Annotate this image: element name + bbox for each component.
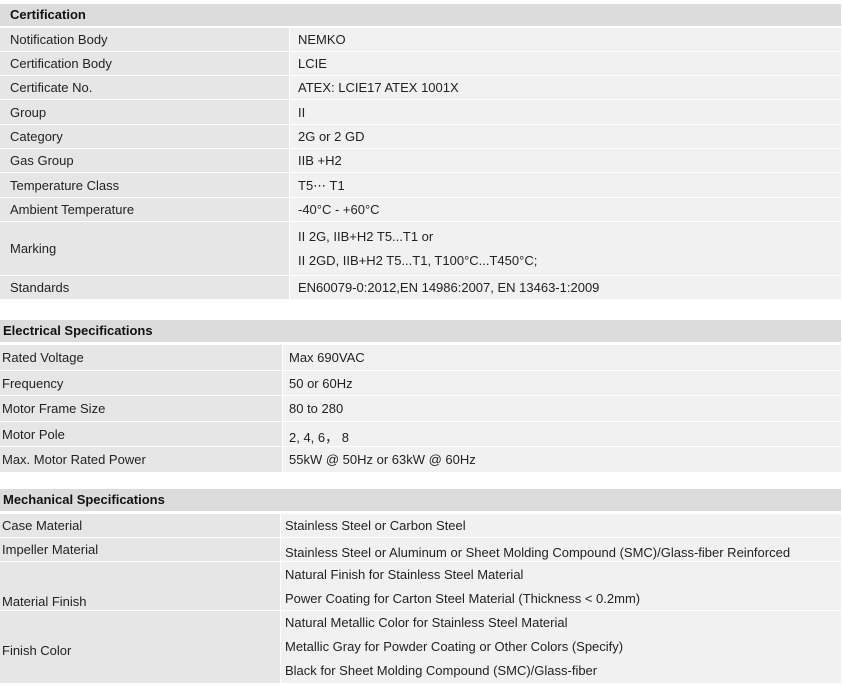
row-value: 55kW @ 50Hz or 63kW @ 60Hz — [289, 452, 476, 467]
row-value: 2, 4, 6， 8 — [289, 430, 349, 445]
row-label: Rated Voltage — [2, 350, 84, 365]
row-label: Motor Frame Size — [2, 401, 106, 416]
row-value: IIB +H2 — [298, 153, 342, 168]
row-value-cell — [290, 100, 841, 124]
mechanical-row-impeller-material: Impeller Material Stainless Steel or Alum… — [0, 538, 841, 561]
row-value-cell — [283, 422, 841, 446]
row-value: Stainless Steel or Aluminum or Sheet Mol… — [285, 545, 791, 560]
electrical-row-rated-voltage: Rated Voltage Max 690VAC — [0, 345, 841, 370]
electrical-row-motor-pole: Motor Pole 2, 4, 6， 8 — [0, 422, 841, 446]
row-value: II — [298, 105, 306, 120]
row-value: 2G or 2 GD — [298, 129, 365, 144]
row-label: Category — [10, 129, 63, 144]
row-label: Certificate No. — [10, 80, 93, 95]
certification-row-group: Group II — [0, 100, 841, 124]
row-value: -40°C - +60°C — [298, 202, 380, 217]
row-value: 80 to 280 — [289, 401, 344, 416]
row-value-cell — [283, 371, 841, 395]
row-value: II 2GD, IIB+H2 T5...T1, T100°C...T450°C; — [298, 253, 538, 268]
certification-row-gas-group: Gas Group IIB +H2 — [0, 149, 841, 172]
row-value: Black for Sheet Molding Compound (SMC)/G… — [285, 663, 598, 678]
row-label: Max. Motor Rated Power — [2, 452, 146, 467]
row-label: Finish Color — [2, 643, 72, 658]
row-label: Standards — [10, 280, 70, 295]
certification-row-standards: Standards EN60079-0:2012,EN 14986:2007, E… — [0, 276, 841, 299]
row-label: Certification Body — [10, 56, 112, 71]
row-value: Natural Metallic Color for Stainless Ste… — [285, 615, 568, 630]
row-value: ATEX: LCIE17 ATEX 1001X — [298, 80, 459, 95]
mechanical-section-header: Mechanical Specifications — [0, 489, 841, 511]
row-value-cell — [290, 173, 841, 197]
mechanical-row-finish-color: Finish Color Natural Metallic Color for S… — [0, 611, 841, 683]
row-label: Notification Body — [10, 32, 108, 47]
row-value-cell — [290, 28, 841, 51]
row-label: Temperature Class — [10, 178, 120, 193]
electrical-section-header: Electrical Specifications — [0, 320, 841, 342]
row-label: Motor Pole — [2, 427, 65, 442]
row-value: T5⋯ T1 — [298, 178, 345, 193]
certification-section-title: Certification — [10, 7, 86, 22]
certification-row-category: Category 2G or 2 GD — [0, 125, 841, 148]
certification-row-ambient-temperature: Ambient Temperature -40°C - +60°C — [0, 198, 841, 221]
certification-section-header: Certification — [0, 4, 841, 26]
certification-row-certificate-no: Certificate No. ATEX: LCIE17 ATEX 1001X — [0, 76, 841, 99]
electrical-section-title: Electrical Specifications — [3, 323, 153, 338]
mechanical-section-title: Mechanical Specifications — [3, 492, 165, 507]
certification-row-temperature-class: Temperature Class T5⋯ T1 — [0, 173, 841, 197]
row-value-cell — [290, 149, 841, 172]
row-value: EN60079-0:2012,EN 14986:2007, EN 13463-1… — [298, 280, 600, 295]
row-label: Ambient Temperature — [10, 202, 135, 217]
row-label: Frequency — [2, 376, 64, 391]
certification-row-certification-body: Certification Body LCIE — [0, 52, 841, 75]
row-value-cell — [283, 396, 841, 421]
row-label: Material Finish — [2, 594, 87, 609]
row-value-cell — [290, 125, 841, 148]
electrical-row-frequency: Frequency 50 or 60Hz — [0, 371, 841, 395]
electrical-row-max-motor-rated-power: Max. Motor Rated Power 55kW @ 50Hz or 63k… — [0, 447, 841, 472]
row-value-cell — [290, 52, 841, 75]
mechanical-row-case-material: Case Material Stainless Steel or Carbon S… — [0, 514, 841, 537]
certification-row-notification-body: Notification Body NEMKO — [0, 28, 841, 51]
row-value: LCIE — [298, 56, 327, 71]
row-value-cell — [283, 345, 841, 370]
mechanical-row-material-finish: Material Finish Natural Finish for Stainl… — [0, 562, 841, 610]
row-value: Metallic Gray for Powder Coating or Othe… — [285, 639, 624, 654]
row-value: 50 or 60Hz — [289, 376, 353, 391]
row-value: NEMKO — [298, 32, 346, 47]
row-value: Max 690VAC — [289, 350, 365, 365]
row-value: Stainless Steel or Carbon Steel — [285, 518, 466, 533]
row-label: Gas Group — [10, 153, 74, 168]
row-label: Impeller Material — [2, 542, 99, 557]
row-value: II 2G, IIB+H2 T5...T1 or — [298, 229, 434, 244]
certification-row-marking: Marking II 2G, IIB+H2 T5...T1 or II 2GD, I… — [0, 222, 841, 275]
row-label: Case Material — [2, 518, 83, 533]
row-value: Power Coating for Carton Steel Material … — [285, 591, 641, 606]
row-value: Natural Finish for Stainless Steel Mater… — [285, 567, 524, 582]
row-label: Group — [10, 105, 47, 120]
row-label: Marking — [10, 241, 57, 256]
electrical-row-motor-frame-size: Motor Frame Size 80 to 280 — [0, 396, 841, 421]
